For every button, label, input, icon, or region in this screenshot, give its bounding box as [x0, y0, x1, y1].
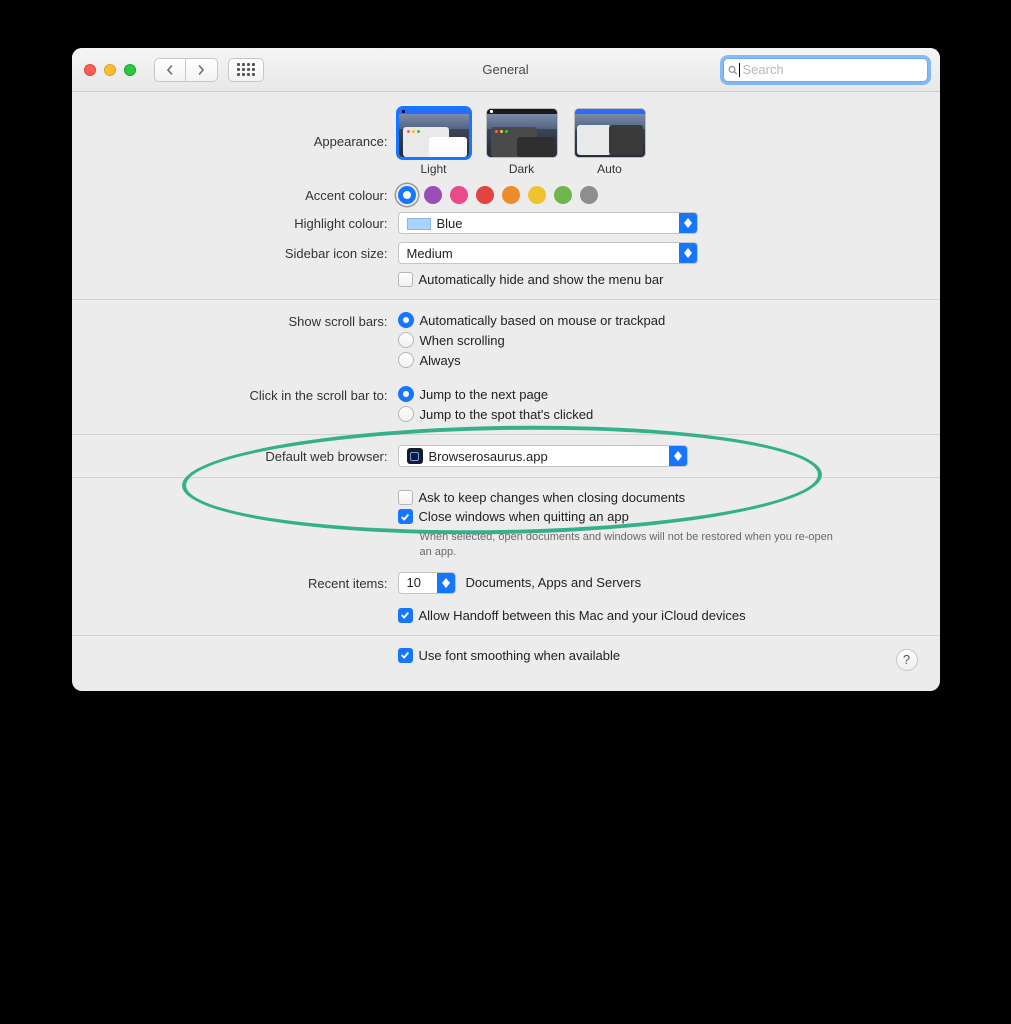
- appearance-label: Appearance:: [98, 108, 398, 149]
- appearance-option-light[interactable]: [398, 108, 470, 158]
- recent-items-suffix: Documents, Apps and Servers: [466, 575, 642, 590]
- scroll-bars-option-label: Automatically based on mouse or trackpad: [420, 313, 666, 328]
- separator: [72, 299, 940, 300]
- click-scroll-option-1[interactable]: Jump to the spot that's clicked: [398, 404, 914, 424]
- search-icon: [728, 63, 737, 77]
- accent-colour-4[interactable]: [502, 186, 520, 204]
- handoff-label: Allow Handoff between this Mac and your …: [419, 608, 746, 623]
- click-scroll-option-label: Jump to the spot that's clicked: [420, 407, 594, 422]
- separator: [72, 434, 940, 435]
- scroll-bars-option-label: Always: [420, 353, 461, 368]
- highlight-value: Blue: [437, 216, 463, 231]
- recent-items-select[interactable]: 10: [398, 572, 456, 594]
- close-windows-checkbox[interactable]: Close windows when quitting an app: [398, 507, 914, 526]
- click-scroll-option-label: Jump to the next page: [420, 387, 549, 402]
- search-input[interactable]: [741, 61, 921, 78]
- separator: [72, 635, 940, 636]
- scroll-bars-option-2[interactable]: Always: [398, 350, 914, 370]
- back-button[interactable]: [154, 58, 186, 82]
- select-stepper-icon: [679, 213, 697, 233]
- scroll-bars-option-label: When scrolling: [420, 333, 505, 348]
- browser-value: Browserosaurus.app: [429, 449, 548, 464]
- accent-colours: [398, 184, 914, 204]
- handoff-checkbox[interactable]: Allow Handoff between this Mac and your …: [398, 606, 746, 625]
- text-cursor: [739, 63, 740, 77]
- sidebar-size-value: Medium: [399, 246, 679, 261]
- preferences-window: General Appearance: Light: [72, 48, 940, 691]
- forward-button[interactable]: [186, 58, 218, 82]
- zoom-window-button[interactable]: [124, 64, 136, 76]
- scroll-bars-label: Show scroll bars:: [98, 310, 398, 329]
- default-browser-select[interactable]: Browserosaurus.app: [398, 445, 688, 467]
- highlight-swatch: [407, 218, 431, 230]
- close-windows-label: Close windows when quitting an app: [419, 509, 629, 524]
- search-field[interactable]: [723, 58, 928, 82]
- auto-hide-menu-label: Automatically hide and show the menu bar: [419, 272, 664, 287]
- click-scroll-options: Jump to the next page Jump to the spot th…: [398, 384, 914, 424]
- accent-label: Accent colour:: [98, 184, 398, 203]
- chevron-left-icon: [165, 65, 175, 75]
- recent-items-label: Recent items:: [98, 572, 398, 591]
- appearance-caption-light: Light: [420, 162, 446, 176]
- highlight-label: Highlight colour:: [98, 212, 398, 231]
- show-all-button[interactable]: [228, 58, 264, 82]
- close-windows-note: When selected, open documents and window…: [420, 530, 840, 560]
- titlebar: General: [72, 48, 940, 92]
- select-stepper-icon: [679, 243, 697, 263]
- ask-keep-changes-label: Ask to keep changes when closing documen…: [419, 490, 686, 505]
- ask-keep-changes-checkbox[interactable]: Ask to keep changes when closing documen…: [398, 488, 914, 507]
- browser-label: Default web browser:: [98, 445, 398, 464]
- scroll-bars-options: Automatically based on mouse or trackpad…: [398, 310, 914, 370]
- sidebar-size-select[interactable]: Medium: [398, 242, 698, 264]
- appearance-caption-auto: Auto: [597, 162, 622, 176]
- help-icon: ?: [903, 652, 910, 667]
- separator: [72, 477, 940, 478]
- scroll-bars-option-1[interactable]: When scrolling: [398, 330, 914, 350]
- browser-app-icon: [407, 448, 423, 464]
- auto-hide-menu-checkbox[interactable]: Automatically hide and show the menu bar: [398, 270, 914, 289]
- font-smoothing-checkbox[interactable]: Use font smoothing when available: [398, 646, 914, 665]
- highlight-colour-select[interactable]: Blue: [398, 212, 698, 234]
- accent-colour-7[interactable]: [580, 186, 598, 204]
- select-stepper-icon: [437, 573, 455, 593]
- accent-colour-1[interactable]: [424, 186, 442, 204]
- help-button[interactable]: ?: [896, 649, 918, 671]
- scroll-bars-option-0[interactable]: Automatically based on mouse or trackpad: [398, 310, 914, 330]
- font-smoothing-label: Use font smoothing when available: [419, 648, 621, 663]
- accent-colour-5[interactable]: [528, 186, 546, 204]
- click-scroll-option-0[interactable]: Jump to the next page: [398, 384, 914, 404]
- grid-icon: [237, 63, 255, 76]
- appearance-caption-dark: Dark: [509, 162, 534, 176]
- appearance-option-dark[interactable]: [486, 108, 558, 158]
- accent-colour-3[interactable]: [476, 186, 494, 204]
- traffic-lights: [84, 64, 136, 76]
- accent-colour-6[interactable]: [554, 186, 572, 204]
- minimize-window-button[interactable]: [104, 64, 116, 76]
- chevron-right-icon: [196, 65, 206, 75]
- nav-segmented: [154, 58, 218, 82]
- recent-items-value: 10: [399, 575, 437, 590]
- select-stepper-icon: [669, 446, 687, 466]
- appearance-option-auto[interactable]: [574, 108, 646, 158]
- content-area: Appearance: Light: [72, 92, 940, 691]
- click-scroll-label: Click in the scroll bar to:: [98, 384, 398, 403]
- close-window-button[interactable]: [84, 64, 96, 76]
- accent-colour-0[interactable]: [398, 186, 416, 204]
- accent-colour-2[interactable]: [450, 186, 468, 204]
- appearance-options: Light Dark: [398, 108, 914, 176]
- sidebar-size-label: Sidebar icon size:: [98, 242, 398, 261]
